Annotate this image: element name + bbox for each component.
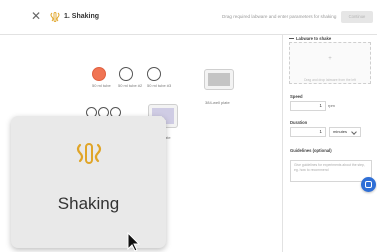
- continue-button[interactable]: Continue: [341, 11, 373, 23]
- speed-label: Speed: [290, 94, 303, 99]
- step-hint: Drag required labware and enter paramete…: [222, 14, 337, 19]
- tube-50ml-2[interactable]: [119, 67, 133, 81]
- speed-input[interactable]: 1: [290, 101, 326, 111]
- guidelines-label: Guidelines (optional): [290, 148, 332, 153]
- plus-icon: +: [328, 56, 332, 62]
- step-title: 1. Shaking: [64, 13, 100, 20]
- chevron-down-icon: [351, 129, 357, 135]
- duration-unit-select[interactable]: minutes: [329, 127, 361, 137]
- plate-384-well[interactable]: [204, 69, 234, 90]
- duration-input[interactable]: 1: [290, 127, 326, 137]
- plate-384-label: 384-well plate: [205, 100, 230, 105]
- shaking-icon: [76, 143, 102, 164]
- dropzone-hint: Drag and drop labware from the left: [304, 78, 356, 82]
- guidelines-textarea[interactable]: Give guidelines for experiments about th…: [290, 160, 372, 182]
- chat-icon: [365, 181, 372, 188]
- tube-2-label: 50 ml tube #2: [118, 83, 143, 88]
- tube-50ml-1[interactable]: [92, 67, 106, 81]
- labware-heading: Labware to shake: [296, 36, 332, 41]
- duration-unit-value: minutes: [333, 129, 348, 134]
- shaking-drag-card[interactable]: Shaking: [11, 116, 166, 248]
- close-icon[interactable]: ✕: [30, 10, 42, 22]
- speed-unit: rpm: [328, 103, 335, 108]
- shaking-card-label: Shaking: [57, 194, 120, 213]
- shaking-icon: [50, 12, 60, 22]
- tube-3-label: 50 ml tube #3: [147, 83, 172, 88]
- tube-50ml-3[interactable]: [147, 67, 161, 81]
- cursor-icon: [127, 232, 141, 252]
- chat-button[interactable]: [361, 177, 376, 192]
- tube-1-label: 50 ml tube: [92, 83, 111, 88]
- labware-dropzone[interactable]: + Drag and drop labware from the left: [289, 42, 371, 84]
- collapse-icon[interactable]: [289, 38, 294, 39]
- duration-label: Duration: [290, 120, 308, 125]
